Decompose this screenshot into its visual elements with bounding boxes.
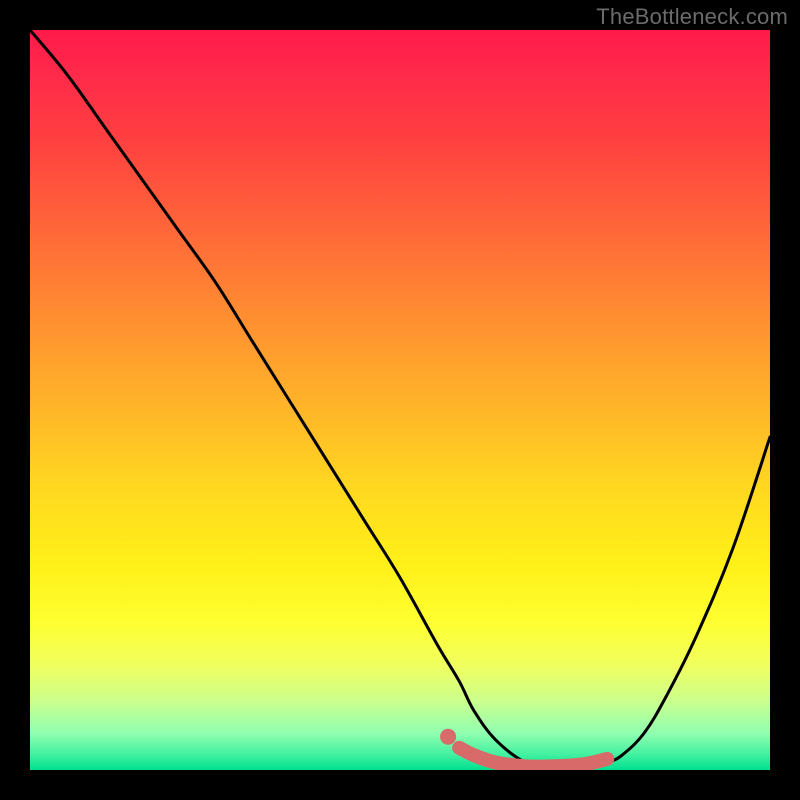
marker-segment <box>459 748 607 767</box>
watermark-text: TheBottleneck.com <box>596 4 788 30</box>
plot-area <box>30 30 770 770</box>
chart-svg <box>30 30 770 770</box>
chart-container: TheBottleneck.com <box>0 0 800 800</box>
bottleneck-curve <box>30 30 770 770</box>
marker-dot <box>440 729 456 745</box>
